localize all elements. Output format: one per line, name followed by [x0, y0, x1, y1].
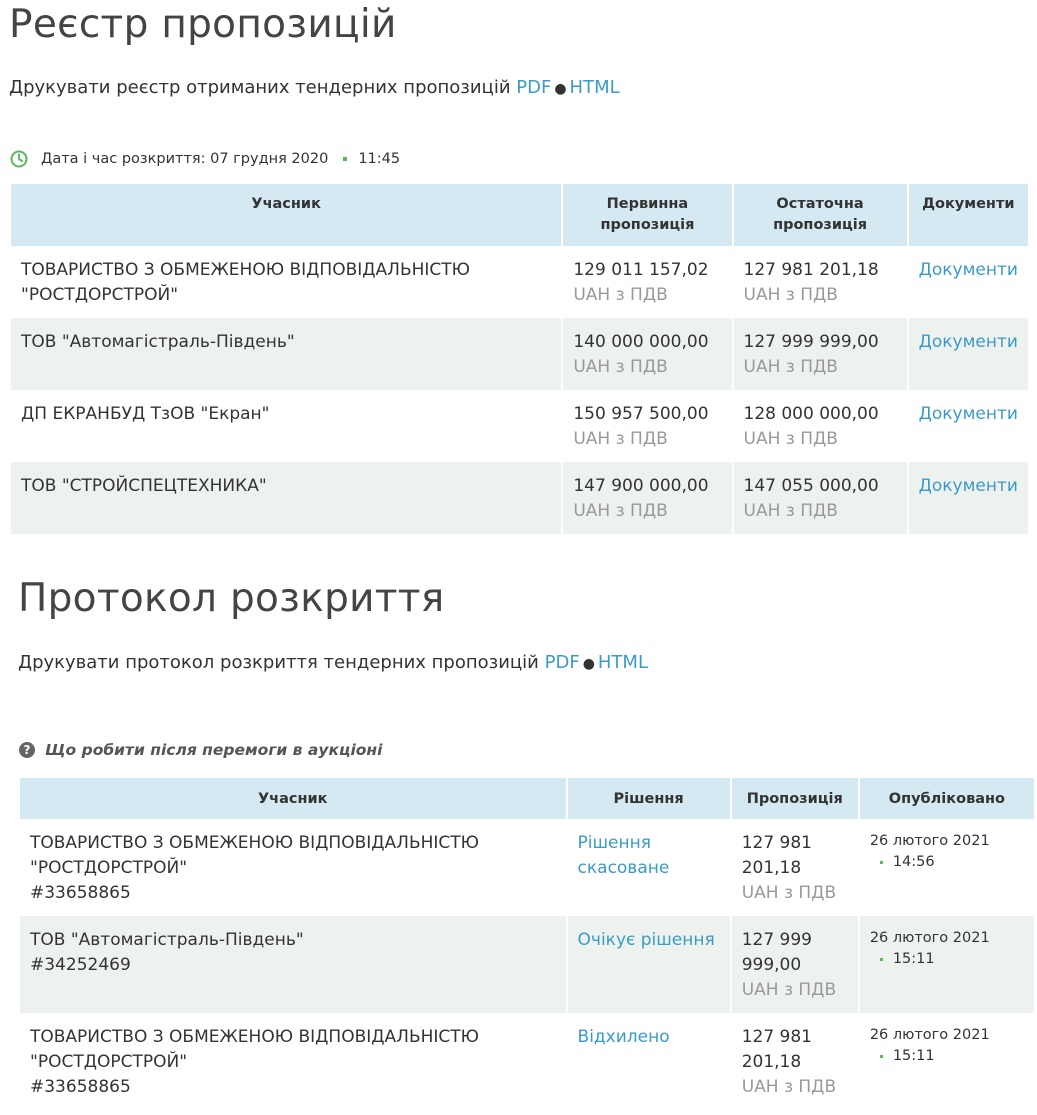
final-offer: 127 981 201,18 UAH з ПДВ [743, 260, 879, 305]
currency-label: UAH з ПДВ [573, 357, 668, 377]
published-cell: 26 лютого 2021 15:11 [859, 916, 1034, 1013]
table-row: ТОВ "Автомагістраль-Південь" 140 000 000,… [11, 318, 1028, 390]
decision-cell: Рішення скасоване [568, 819, 730, 916]
decision-cell: Очікує рішення [567, 916, 730, 1013]
opening-time: 11:45 [358, 151, 401, 167]
time-bullet [343, 157, 348, 161]
offer-cell: 127 981 201,18 UAH з ПДВ [741, 833, 837, 903]
initial-offer: 129 011 157,02 UAH з ПДВ [573, 260, 709, 305]
registry-table: Учасник Первинна пропозиція Остаточна пр… [9, 184, 1030, 534]
initial-offer: 140 000 000,00 UAH з ПДВ [563, 318, 732, 390]
published-date: 26 лютого 2021 [869, 1027, 990, 1043]
offer-cell: 127 981 201,18 UAH з ПДВ [741, 1027, 837, 1097]
participant-code: #33658865 [30, 1077, 131, 1097]
header-offer: Пропозиція [731, 778, 858, 819]
currency-label: UAH з ПДВ [573, 501, 668, 521]
documents-cell: Документи [909, 390, 1028, 462]
opening-datetime: Дата і час розкриття: 07 грудня 2020 11:… [10, 150, 400, 168]
published-date: 26 лютого 2021 [869, 930, 990, 946]
currency-label: UAH з ПДВ [741, 883, 837, 903]
protocol-html-link[interactable]: HTML [598, 652, 648, 673]
table-row: ТОВ "Автомагістраль-Південь" #34252469 Очі… [20, 916, 1034, 1013]
published-date: 26 лютого 2021 [869, 833, 990, 849]
header-decision: Рішення [567, 778, 730, 819]
currency-label: UAH з ПДВ [743, 429, 838, 449]
help-link[interactable]: ? Що робити після перемоги в аукціоні [19, 741, 382, 759]
published-cell: 26 лютого 2021 14:56 [860, 819, 1034, 916]
participant-name: ТОВАРИСТВО З ОБМЕЖЕНОЮ ВІДПОВІДАЛЬНІСТЮ … [30, 833, 480, 903]
currency-label: UAH з ПДВ [743, 501, 838, 521]
table-row: ТОВ "СТРОЙСПЕЦТЕХНИКА" 147 900 000,00 UAH … [11, 462, 1028, 534]
registry-header-row: Учасник Первинна пропозиція Остаточна пр… [11, 184, 1028, 246]
registry-print-text: Друкувати реєстр отриманих тендерних про… [9, 77, 511, 98]
header-participant: Учасник [11, 184, 562, 246]
participant-name: ТОВАРИСТВО З ОБМЕЖЕНОЮ ВІДПОВІДАЛЬНІСТЮ … [21, 260, 471, 305]
registry-print-line: Друкувати реєстр отриманих тендерних про… [9, 77, 620, 98]
protocol-pdf-link[interactable]: PDF [545, 652, 580, 673]
participant-name: ДП ЕКРАНБУД ТзОВ "Екран" [21, 404, 270, 424]
decision-link[interactable]: Відхилено [578, 1027, 670, 1047]
table-row: ТОВАРИСТВО З ОБМЕЖЕНОЮ ВІДПОВІДАЛЬНІСТЮ … [20, 1013, 1034, 1110]
header-initial-offer: Первинна пропозиція [563, 184, 732, 246]
header-participant: Учасник [20, 778, 566, 819]
final-offer: 128 000 000,00 UAH з ПДВ [743, 404, 879, 449]
currency-label: UAH з ПДВ [741, 980, 837, 1000]
decision-link[interactable]: Очікує рішення [578, 930, 715, 950]
published-cell: 26 лютого 2021 15:11 [860, 1013, 1034, 1110]
registry-pdf-link[interactable]: PDF [516, 77, 551, 98]
documents-link[interactable]: Документи [919, 404, 1018, 424]
protocol-table: Учасник Рішення Пропозиція Опубліковано … [18, 778, 1036, 1110]
help-link-text[interactable]: Що робити після перемоги в аукціоні [45, 741, 382, 759]
published-time: 15:11 [870, 1046, 1024, 1067]
participant-name: ТОВАРИСТВО З ОБМЕЖЕНОЮ ВІДПОВІДАЛЬНІСТЮ … [30, 1027, 480, 1097]
clock-icon [10, 150, 28, 168]
decision-link[interactable]: Рішення скасоване [578, 833, 670, 878]
final-offer: 147 055 000,00 UAH з ПДВ [733, 462, 907, 534]
published-time: 15:11 [870, 949, 1024, 970]
protocol-title: Протокол розкриття [18, 576, 445, 621]
separator-dot: ● [582, 656, 595, 672]
published-time: 14:56 [870, 852, 1024, 873]
table-row: ТОВАРИСТВО З ОБМЕЖЕНОЮ ВІДПОВІДАЛЬНІСТЮ … [11, 246, 1028, 318]
currency-label: UAH з ПДВ [741, 1077, 837, 1097]
question-circle-icon: ? [19, 742, 35, 758]
separator-dot: ● [554, 81, 567, 97]
header-final-offer: Остаточна пропозиція [733, 184, 907, 246]
protocol-print-text: Друкувати протокол розкриття тендерних п… [18, 652, 539, 673]
documents-cell: Документи [908, 318, 1028, 390]
currency-label: UAH з ПДВ [743, 285, 838, 305]
documents-link[interactable]: Документи [919, 260, 1018, 280]
registry-html-link[interactable]: HTML [570, 77, 620, 98]
initial-offer: 147 900 000,00 UAH з ПДВ [563, 462, 732, 534]
decision-cell: Відхилено [568, 1013, 730, 1110]
table-row: ДП ЕКРАНБУД ТзОВ "Екран" 150 957 500,00 UA… [11, 390, 1028, 462]
documents-cell: Документи [908, 462, 1028, 534]
currency-label: UAH з ПДВ [573, 429, 668, 449]
currency-label: UAH з ПДВ [573, 285, 668, 305]
initial-offer: 150 957 500,00 UAH з ПДВ [573, 404, 709, 449]
header-documents: Документи [908, 184, 1028, 246]
documents-cell: Документи [909, 246, 1028, 318]
header-published: Опубліковано [859, 778, 1034, 819]
participant-name: ТОВ "СТРОЙСПЕЦТЕХНИКА" [11, 462, 562, 534]
protocol-print-line: Друкувати протокол розкриття тендерних п… [18, 652, 648, 673]
participant-code: #33658865 [30, 883, 131, 903]
table-row: ТОВАРИСТВО З ОБМЕЖЕНОЮ ВІДПОВІДАЛЬНІСТЮ … [20, 819, 1034, 916]
currency-label: UAH з ПДВ [743, 357, 838, 377]
protocol-header-row: Учасник Рішення Пропозиція Опубліковано [20, 778, 1034, 819]
final-offer: 127 999 999,00 UAH з ПДВ [733, 318, 907, 390]
participant-name: ТОВ "Автомагістраль-Південь" [11, 318, 562, 390]
participant-code: #34252469 [30, 955, 131, 975]
participant-name: ТОВ "Автомагістраль-Південь" #34252469 [20, 916, 566, 1013]
registry-title: Реєстр пропозицій [9, 2, 397, 47]
documents-link[interactable]: Документи [919, 476, 1018, 496]
opening-date-label: Дата і час розкриття: 07 грудня 2020 [41, 151, 329, 167]
offer-cell: 127 999 999,00 UAH з ПДВ [731, 916, 858, 1013]
documents-link[interactable]: Документи [919, 332, 1018, 352]
